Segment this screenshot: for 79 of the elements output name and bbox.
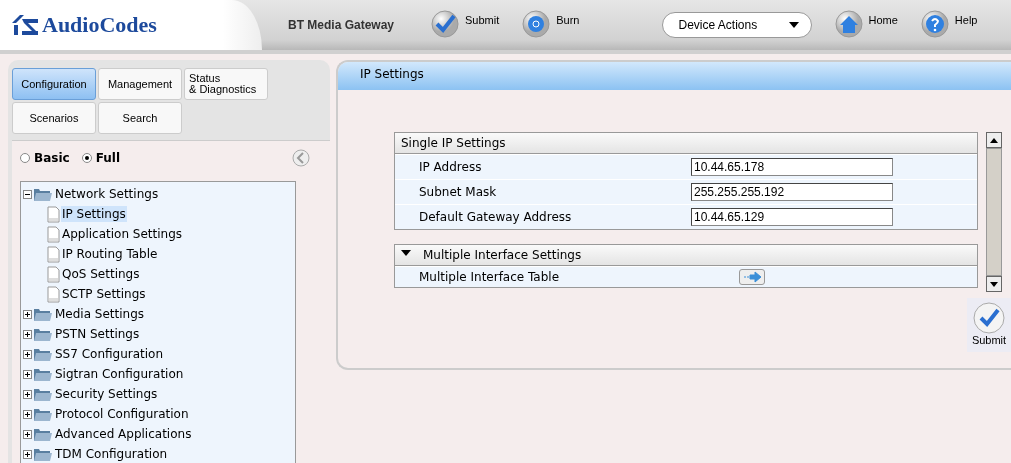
tree-folder[interactable]: Sigtran Configuration: [54, 366, 185, 382]
page-icon: [47, 225, 60, 243]
page-icon: [47, 245, 60, 263]
tree-folder[interactable]: Network Settings: [54, 186, 160, 202]
field-label: Subnet Mask: [419, 185, 498, 199]
input-field[interactable]: 10.44.65.129: [691, 208, 893, 226]
folder-icon: [33, 406, 53, 422]
page-title-bar: IP Settings: [338, 62, 1011, 90]
field-label: Multiple Interface Table: [419, 270, 561, 284]
scrollbar[interactable]: [986, 132, 1002, 292]
expand-toggle-icon[interactable]: [23, 389, 32, 399]
expand-toggle-icon[interactable]: [23, 369, 32, 379]
folder-icon: [33, 446, 53, 462]
tree-item[interactable]: QoS Settings: [61, 266, 141, 282]
field-label: Default Gateway Address: [419, 210, 573, 224]
expand-toggle-icon[interactable]: [23, 449, 32, 459]
scroll-thumb[interactable]: [986, 148, 1002, 276]
folder-icon: [33, 186, 53, 202]
burn-link[interactable]: Burn: [556, 14, 580, 26]
expand-toggle-icon[interactable]: [23, 329, 32, 339]
input-field[interactable]: 10.44.65.178: [691, 158, 893, 176]
tree-folder[interactable]: PSTN Settings: [54, 326, 141, 342]
up-triangle-icon: [990, 137, 998, 143]
folder-icon: [33, 346, 53, 362]
expand-toggle-icon[interactable]: [23, 429, 32, 439]
group-title: Single IP Settings: [401, 136, 506, 150]
tree-folder[interactable]: TDM Configuration: [54, 446, 169, 462]
logo-text: AudioCodes: [42, 12, 157, 38]
help-icon[interactable]: [919, 10, 950, 40]
page-icon: [47, 205, 60, 223]
home-icon[interactable]: [833, 10, 864, 40]
submit-button[interactable]: Submit: [967, 298, 1011, 346]
folder-icon: [33, 426, 53, 442]
folder-icon: [33, 386, 53, 402]
tree-folder[interactable]: Security Settings: [54, 386, 159, 402]
caret-icon: [788, 22, 799, 28]
input-field[interactable]: 255.255.255.192: [691, 183, 893, 201]
tree-folder[interactable]: SS7 Configuration: [54, 346, 165, 362]
nav-tab[interactable]: Configuration: [12, 68, 96, 100]
check-icon: [973, 302, 1005, 334]
nav-tab[interactable]: Management: [98, 68, 182, 100]
submit-link[interactable]: Submit: [465, 14, 500, 26]
device-actions-dropdown[interactable]: Device Actions: [661, 12, 812, 38]
radio-button[interactable]: [81, 153, 92, 163]
expand-toggle-icon[interactable]: [23, 309, 32, 319]
tree-item[interactable]: SCTP Settings: [61, 286, 147, 302]
group-title: Multiple Interface Settings: [423, 248, 582, 262]
logo-icon: [12, 15, 38, 35]
check-icon[interactable]: [430, 10, 460, 40]
radio-label[interactable]: Basic: [34, 151, 70, 165]
scroll-down-button[interactable]: [986, 276, 1002, 292]
folder-icon: [33, 306, 53, 322]
expand-toggle-icon[interactable]: [23, 409, 32, 419]
tree-folder[interactable]: Protocol Configuration: [54, 406, 190, 422]
scroll-up-button[interactable]: [986, 132, 1002, 148]
arrow-icon: [742, 271, 762, 283]
radio-button[interactable]: [20, 153, 30, 163]
folder-icon: [33, 366, 53, 382]
down-triangle-icon: [990, 281, 998, 287]
disc-icon[interactable]: [521, 10, 552, 40]
tree-item[interactable]: IP Settings: [61, 206, 127, 222]
open-table-button[interactable]: [739, 269, 765, 285]
folder-icon: [33, 326, 53, 342]
tree-folder[interactable]: Media Settings: [54, 306, 146, 322]
tree-folder[interactable]: Advanced Applications: [54, 426, 193, 442]
nav-tab[interactable]: Search: [98, 102, 182, 134]
tree-item[interactable]: IP Routing Table: [61, 246, 159, 262]
radio-label[interactable]: Full: [95, 151, 120, 165]
help-link[interactable]: Help: [954, 14, 978, 26]
page-icon: [47, 265, 60, 283]
tree-item[interactable]: Application Settings: [61, 226, 184, 242]
page-icon: [47, 285, 60, 303]
collapse-toggle-icon[interactable]: [23, 189, 32, 199]
field-label: IP Address: [419, 160, 483, 174]
nav-tab[interactable]: Scenarios: [12, 102, 96, 134]
nav-tab[interactable]: Status & Diagnostics: [184, 68, 268, 100]
home-link[interactable]: Home: [868, 14, 898, 26]
product-name: BT Media Gateway: [288, 18, 396, 32]
expand-toggle-icon[interactable]: [23, 349, 32, 359]
